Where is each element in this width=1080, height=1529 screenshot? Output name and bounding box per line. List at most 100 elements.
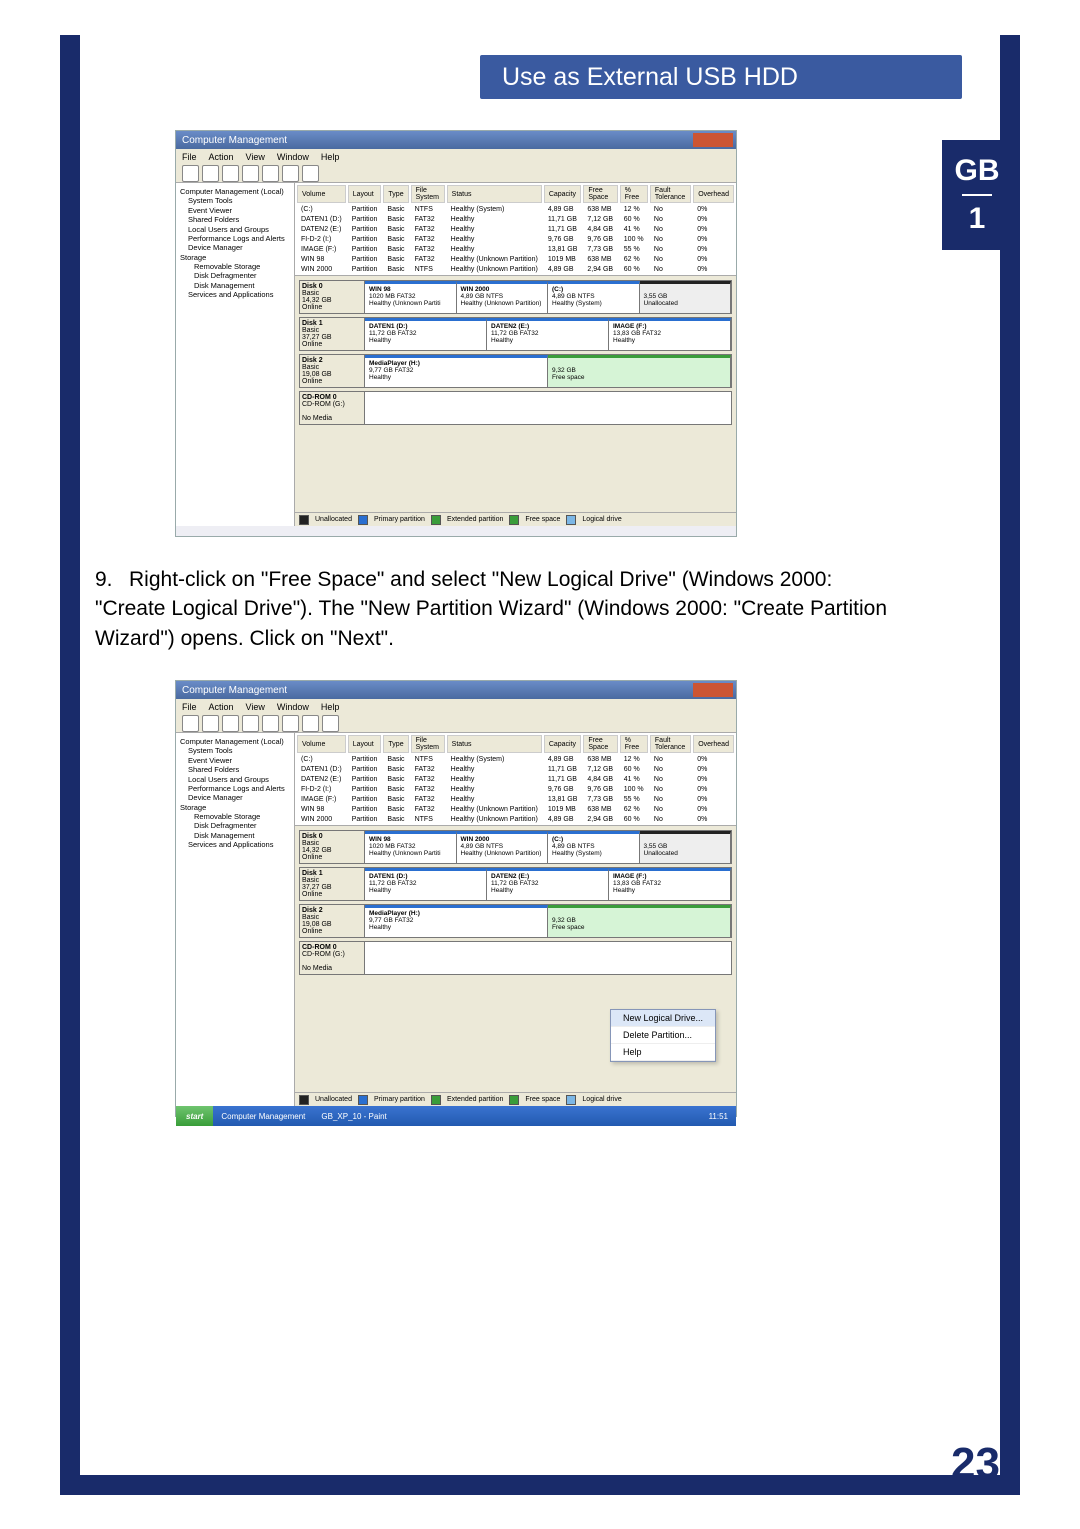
column-header: Overhead <box>693 185 734 203</box>
partition-block: 9,32 GBFree space <box>548 355 731 387</box>
legend-label: Logical drive <box>582 1096 621 1103</box>
menu-item: File <box>182 152 197 162</box>
toolbar-icon <box>282 715 299 732</box>
column-header: File System <box>411 185 445 203</box>
partition-block: DATEN2 (E:)11,72 GB FAT32Healthy <box>487 868 609 900</box>
fwd-icon <box>202 165 219 182</box>
tree-node: Device Manager <box>180 793 290 802</box>
table-row: DATEN2 (E:)PartitionBasicFAT32Healthy11,… <box>297 225 734 233</box>
fwd-icon <box>202 715 219 732</box>
column-header: Free Space <box>583 185 617 203</box>
column-header: Capacity <box>544 185 582 203</box>
tree-node: Shared Folders <box>180 215 290 224</box>
column-header: Type <box>383 735 408 753</box>
partition-block: 3,55 GBUnallocated <box>640 281 732 313</box>
screenshot-disk-management-2: Computer Management FileActionViewWindow… <box>175 680 737 1117</box>
context-menu: New Logical Drive...Delete Partition...H… <box>610 1009 716 1062</box>
partition-block: IMAGE (F:)13,83 GB FAT32Healthy <box>609 868 731 900</box>
context-menu-item: Delete Partition... <box>611 1027 715 1044</box>
tree-node: Services and Applications <box>180 290 290 299</box>
disk-graphical-view: Disk 0Basic14,32 GBOnlineWIN 981020 MB F… <box>295 275 736 512</box>
disk-row: Disk 2Basic19,08 GBOnlineMediaPlayer (H:… <box>299 354 732 388</box>
tree-node: Storage <box>180 803 290 812</box>
menu-item: Action <box>209 702 234 712</box>
back-icon <box>182 165 199 182</box>
tree-node: Disk Defragmenter <box>180 271 290 280</box>
toolbar-icon <box>322 715 339 732</box>
volume-list-table: VolumeLayoutTypeFile SystemStatusCapacit… <box>295 733 736 825</box>
legend-label: Logical drive <box>582 516 621 523</box>
column-header: Type <box>383 185 408 203</box>
table-row: FI-D-2 (I:)PartitionBasicFAT32Healthy9,7… <box>297 235 734 243</box>
menu-item: Action <box>209 152 234 162</box>
table-row: WIN 2000PartitionBasicNTFSHealthy (Unkno… <box>297 815 734 823</box>
tree-node: Services and Applications <box>180 840 290 849</box>
column-header: Volume <box>297 735 346 753</box>
column-header: Free Space <box>583 735 617 753</box>
table-row: DATEN1 (D:)PartitionBasicFAT32Healthy11,… <box>297 215 734 223</box>
navigation-tree: Computer Management (Local)System ToolsE… <box>176 183 295 526</box>
toolbar-icon <box>262 165 279 182</box>
table-row: DATEN2 (E:)PartitionBasicFAT32Healthy11,… <box>297 775 734 783</box>
page-number: 23 <box>951 1439 1000 1489</box>
tree-node: Disk Defragmenter <box>180 821 290 830</box>
menu-item: Help <box>321 702 340 712</box>
disk-row: Disk 2Basic19,08 GBOnlineMediaPlayer (H:… <box>299 904 732 938</box>
legend-label: Unallocated <box>315 1096 352 1103</box>
partition-block: MediaPlayer (H:)9,77 GB FAT32Healthy <box>365 905 548 937</box>
context-menu-item: Help <box>611 1044 715 1061</box>
table-row: WIN 98PartitionBasicFAT32Healthy (Unknow… <box>297 255 734 263</box>
legend-label: Extended partition <box>447 516 503 523</box>
menu-bar: FileActionViewWindowHelp <box>176 699 736 714</box>
toolbar <box>176 164 736 183</box>
section-header: Use as External USB HDD <box>480 55 962 99</box>
menu-item: File <box>182 702 197 712</box>
toolbar-icon <box>302 715 319 732</box>
table-row: WIN 2000PartitionBasicNTFSHealthy (Unkno… <box>297 265 734 273</box>
instruction-step-9: 9.Right-click on "Free Space" and select… <box>95 565 895 653</box>
column-header: Overhead <box>693 735 734 753</box>
column-header: Fault Tolerance <box>650 735 691 753</box>
legend-label: Primary partition <box>374 516 425 523</box>
taskbar-app: GB_XP_10 - Paint <box>313 1112 394 1121</box>
tree-node: Performance Logs and Alerts <box>180 784 290 793</box>
tree-node: Computer Management (Local) <box>180 737 290 746</box>
column-header: Status <box>447 735 542 753</box>
column-header: Layout <box>348 735 382 753</box>
tree-node: Storage <box>180 253 290 262</box>
partition-block: (C:)4,89 GB NTFSHealthy (System) <box>548 831 640 863</box>
toolbar-icon <box>222 715 239 732</box>
tree-node: Removable Storage <box>180 262 290 271</box>
table-row: FI-D-2 (I:)PartitionBasicFAT32Healthy9,7… <box>297 785 734 793</box>
cdrom-row: CD-ROM 0CD-ROM (G:)No Media <box>299 391 732 425</box>
legend-label: Free space <box>525 1096 560 1103</box>
toolbar-icon <box>262 715 279 732</box>
tree-node: Device Manager <box>180 243 290 252</box>
menu-bar: FileActionViewWindowHelp <box>176 149 736 164</box>
toolbar <box>176 714 736 733</box>
legend-label: Free space <box>525 516 560 523</box>
menu-item: Window <box>277 702 309 712</box>
column-header: Fault Tolerance <box>650 185 691 203</box>
menu-item: Window <box>277 152 309 162</box>
table-row: IMAGE (F:)PartitionBasicFAT32Healthy13,8… <box>297 245 734 253</box>
column-header: Capacity <box>544 735 582 753</box>
disk-graphical-view: Disk 0Basic14,32 GBOnlineWIN 981020 MB F… <box>295 825 736 1092</box>
partition-block: WIN 20004,89 GB NTFSHealthy (Unknown Par… <box>457 831 549 863</box>
partition-block: 3,55 GBUnallocated <box>640 831 732 863</box>
window-buttons-icon <box>693 133 733 147</box>
tree-node: System Tools <box>180 196 290 205</box>
toolbar-icon <box>282 165 299 182</box>
tree-node: Local Users and Groups <box>180 775 290 784</box>
disk-row: Disk 1Basic37,27 GBOnlineDATEN1 (D:)11,7… <box>299 317 732 351</box>
tree-node: System Tools <box>180 746 290 755</box>
window-titlebar: Computer Management <box>176 131 736 149</box>
column-header: Layout <box>348 185 382 203</box>
volume-list-table: VolumeLayoutTypeFile SystemStatusCapacit… <box>295 183 736 275</box>
partition-block: WIN 981020 MB FAT32Healthy (Unknown Part… <box>365 831 457 863</box>
table-row: IMAGE (F:)PartitionBasicFAT32Healthy13,8… <box>297 795 734 803</box>
partition-block: (C:)4,89 GB NTFSHealthy (System) <box>548 281 640 313</box>
tree-node: Local Users and Groups <box>180 225 290 234</box>
windows-taskbar: start Computer Management GB_XP_10 - Pai… <box>176 1106 736 1126</box>
disk-row: Disk 0Basic14,32 GBOnlineWIN 981020 MB F… <box>299 830 732 864</box>
